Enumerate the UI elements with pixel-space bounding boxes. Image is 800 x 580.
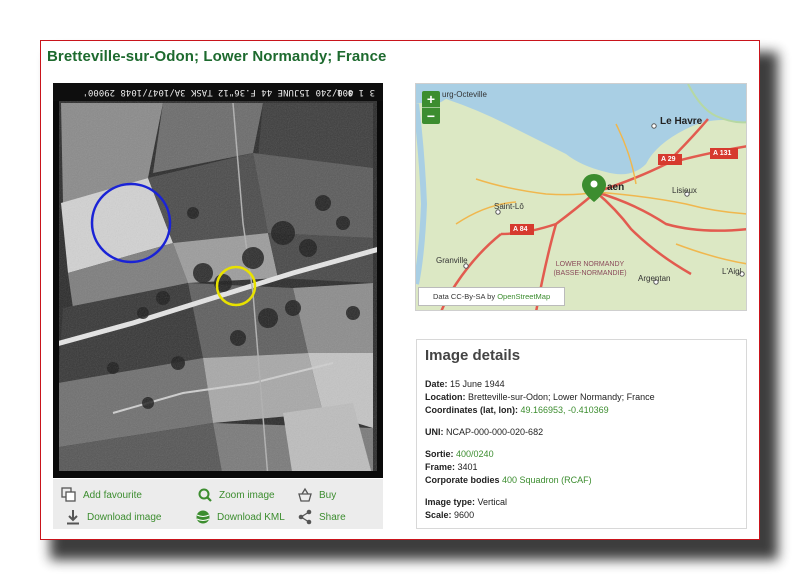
globe-icon xyxy=(196,510,210,524)
download-kml-label: Download KML xyxy=(217,511,285,523)
detail-scale: Scale: 9600 xyxy=(425,510,475,520)
image-details-heading: Image details xyxy=(425,347,521,364)
map-label-granville: Granville xyxy=(436,256,468,265)
aerial-photo-image xyxy=(53,83,383,478)
map-label-region: LOWER NORMANDY (BASSE-NORMANDIE) xyxy=(542,260,638,278)
location-map[interactable]: urg-Octeville Le Havre aen Lisieux Saint… xyxy=(415,83,747,311)
download-image-label: Download image xyxy=(87,511,162,523)
map-label-le-havre: Le Havre xyxy=(660,116,703,127)
map-label-region-line1: LOWER NORMANDY xyxy=(555,261,625,268)
zoom-image-label: Zoom image xyxy=(219,489,275,501)
detail-uni: UNI: NCAP-000-000-020-682 xyxy=(425,427,544,437)
download-kml-button[interactable]: Download KML xyxy=(195,509,285,525)
magnifier-icon xyxy=(198,488,212,502)
map-label-lisieux: Lisieux xyxy=(672,186,697,195)
map-label-cherbourg: urg-Octeville xyxy=(442,90,487,99)
detail-corporate-bodies: Corporate bodies 400 Squadron (RCAF) xyxy=(425,475,592,485)
attribution-text: Data CC-By-SA by xyxy=(433,292,498,301)
detail-coordinates: Coordinates (lat, lon): 49.166953, -0.41… xyxy=(425,405,609,415)
film-frame-code: 3 1 0 1 xyxy=(337,87,375,97)
photo-action-bar: Add favourite Zoom image Buy Download im… xyxy=(53,479,383,529)
map-attribution: Data CC-By-SA by OpenStreetMap xyxy=(418,287,566,306)
map-label-saint-lo: Saint-Lô xyxy=(494,202,524,211)
image-details-box: Image details Date: 15 June 1944 Locatio… xyxy=(416,339,747,529)
coordinates-link[interactable]: 49.166953, -0.410369 xyxy=(521,405,609,415)
image-record-panel: Bretteville-sur-Odon; Lower Normandy; Fr… xyxy=(40,40,760,540)
sortie-link[interactable]: 400/0240 xyxy=(456,449,494,459)
corporate-body-link[interactable]: 400 Squadron (RCAF) xyxy=(502,475,592,485)
buy-label: Buy xyxy=(319,489,337,501)
detail-date: Date: 15 June 1944 xyxy=(425,379,505,389)
share-label: Share xyxy=(319,511,346,523)
share-button[interactable]: Share xyxy=(297,509,346,525)
detail-sortie: Sortie: 400/0240 xyxy=(425,449,494,459)
share-icon xyxy=(298,509,312,525)
map-label-region-line2: (BASSE-NORMANDIE) xyxy=(553,270,627,277)
zoom-out-button[interactable]: − xyxy=(422,107,440,124)
basket-icon xyxy=(298,487,312,502)
detail-location: Location: Bretteville-sur-Odon; Lower No… xyxy=(425,392,655,402)
page-title: Bretteville-sur-Odon; Lower Normandy; Fr… xyxy=(47,48,387,65)
road-label-a29: A 29 xyxy=(661,156,676,163)
road-label-a131: A 131 xyxy=(713,150,732,157)
favourite-frames-icon xyxy=(61,487,76,502)
download-arrow-icon xyxy=(67,510,79,525)
add-favourite-button[interactable]: Add favourite xyxy=(61,487,142,503)
map-label-laigle: L'Aigl xyxy=(722,267,742,276)
aerial-photo[interactable]: 400/240 15JUNE 44 F.36"12 TASK 3A/1047/1… xyxy=(53,83,383,478)
detail-frame: Frame: 3401 xyxy=(425,462,478,472)
map-label-caen: aen xyxy=(607,182,625,193)
zoom-image-button[interactable]: Zoom image xyxy=(197,487,275,503)
openstreetmap-link[interactable]: OpenStreetMap xyxy=(497,292,550,301)
road-label-a84: A 84 xyxy=(513,226,528,233)
detail-image-type: Image type: Vertical xyxy=(425,497,508,507)
film-header-strip: 400/240 15JUNE 44 F.36"12 TASK 3A/1047/1… xyxy=(53,83,383,101)
download-image-button[interactable]: Download image xyxy=(65,509,162,525)
buy-button[interactable]: Buy xyxy=(297,487,336,503)
film-annotation: 400/240 15JUNE 44 F.36"12 TASK 3A/1047/1… xyxy=(82,87,354,97)
add-favourite-label: Add favourite xyxy=(83,489,142,501)
zoom-in-button[interactable]: + xyxy=(422,91,440,107)
map-zoom-control: + − xyxy=(422,91,440,124)
map-label-argentan: Argentan xyxy=(638,274,671,283)
